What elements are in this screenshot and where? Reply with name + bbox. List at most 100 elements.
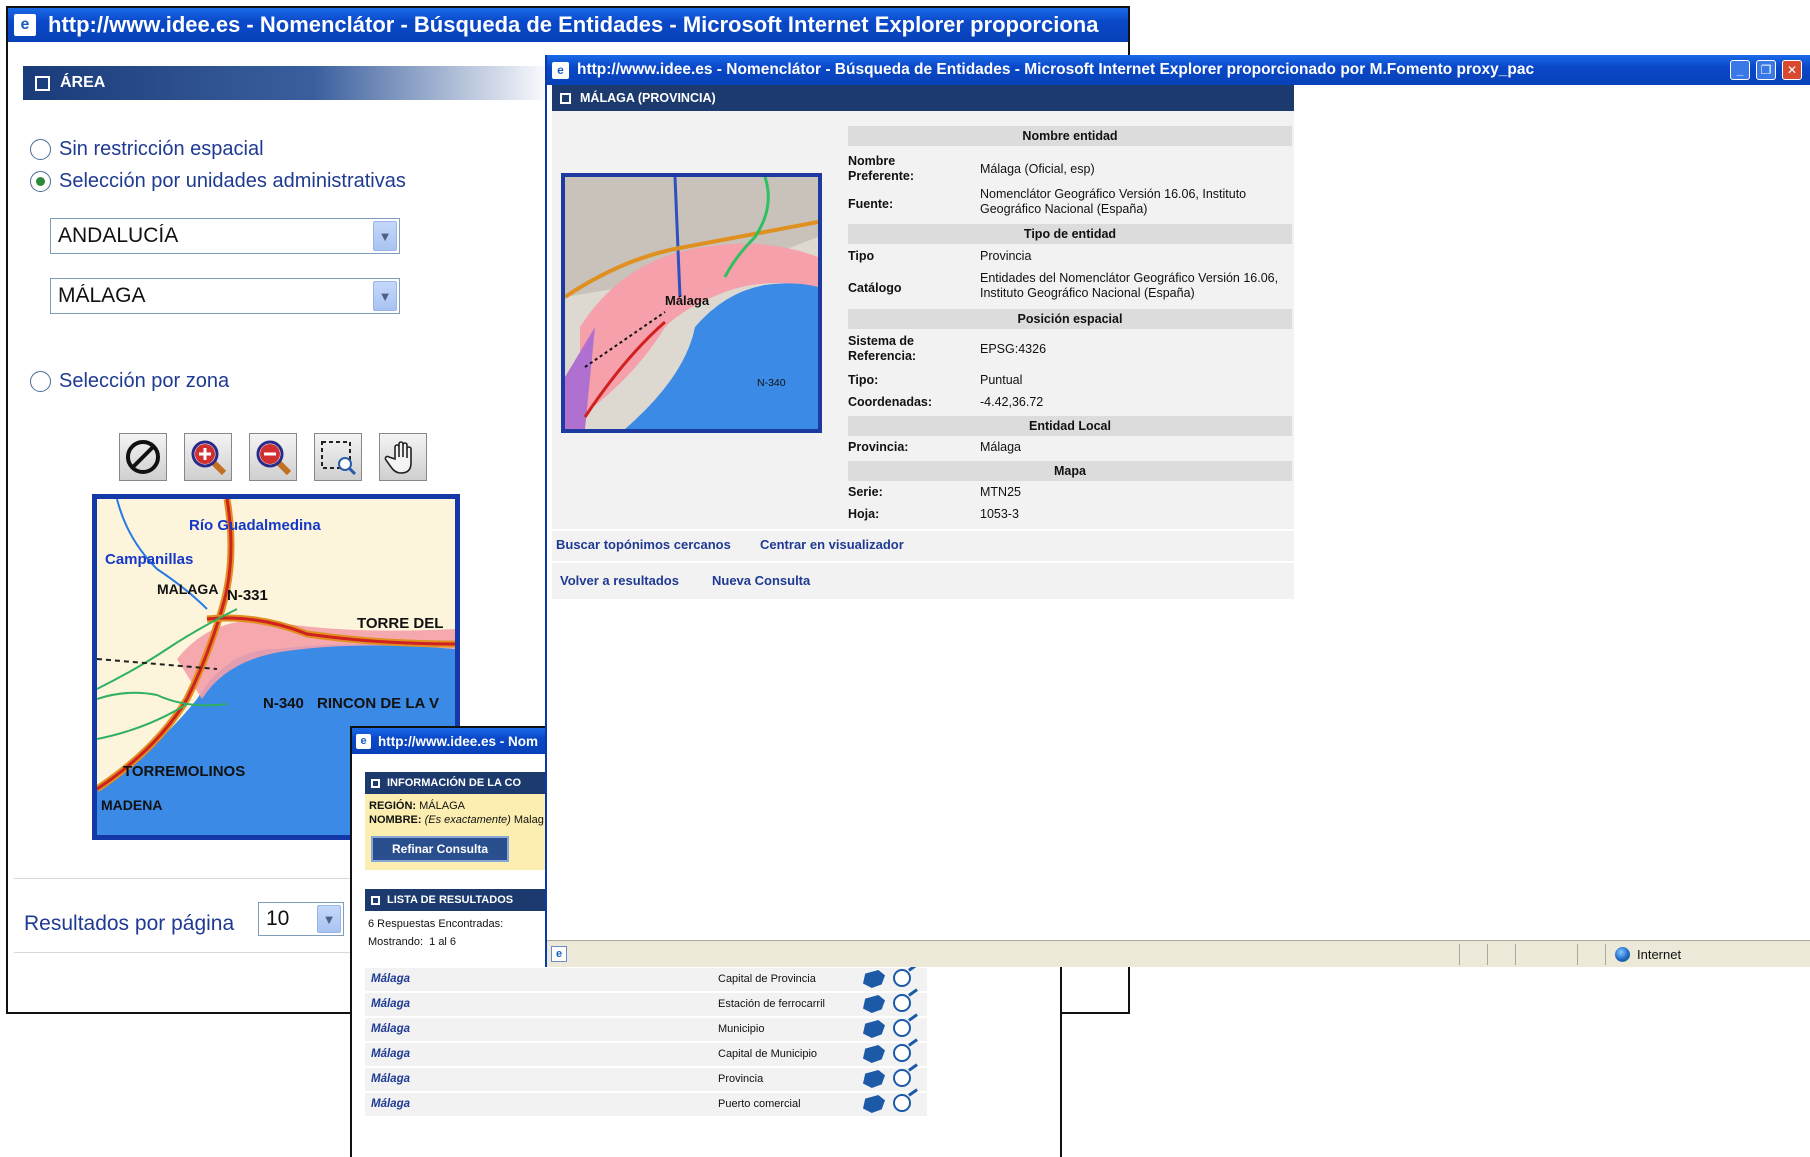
locate-icon[interactable] <box>893 963 918 987</box>
locate-icon[interactable] <box>893 1063 918 1087</box>
link-nueva-consulta[interactable]: Nueva Consulta <box>712 573 810 588</box>
radio-button[interactable] <box>30 371 51 392</box>
chevron-down-icon[interactable]: ▼ <box>317 905 341 933</box>
globe-icon <box>1615 947 1630 962</box>
results-per-page-select[interactable]: 10 ▼ <box>258 902 344 936</box>
map-label-rincon: RINCON DE LA V <box>317 695 439 712</box>
radio-no-restriction[interactable]: Sin restricción espacial <box>30 138 264 161</box>
result-name-link[interactable]: Málaga <box>371 1098 410 1110</box>
header-nombre: Nombre entidad <box>848 126 1292 146</box>
page-icon: e <box>551 946 567 962</box>
table-row[interactable]: Málaga Municipio <box>365 1013 927 1041</box>
header-tipo: Tipo de entidad <box>848 224 1292 244</box>
window-title: http://www.idee.es - Nomenclátor - Búsqu… <box>48 12 1099 37</box>
radio-zone[interactable]: Selección por zona <box>30 370 229 393</box>
link-centrar-visualizador[interactable]: Centrar en visualizador <box>760 537 904 552</box>
locate-icon[interactable] <box>893 1013 918 1037</box>
status-separator <box>1487 944 1488 965</box>
detail-window: e http://www.idee.es - Nomenclátor - Bús… <box>545 55 1810 967</box>
link-volver-resultados[interactable]: Volver a resultados <box>560 573 679 588</box>
status-separator <box>1577 944 1578 965</box>
status-separator <box>1605 944 1606 965</box>
zoom-out-icon <box>256 440 292 476</box>
spain-map-icon[interactable] <box>863 970 885 988</box>
result-type: Puerto comercial <box>718 1098 801 1110</box>
zoom-box-button[interactable] <box>314 433 362 481</box>
divider <box>552 561 1294 563</box>
label-catalogo: Catálogo <box>848 281 902 295</box>
value-nombre-pref: Málaga (Oficial, esp) <box>980 162 1095 176</box>
nombre-qualifier: (Es exactamente) <box>424 814 511 826</box>
region-select[interactable]: ANDALUCÍA ▼ <box>50 218 400 254</box>
result-name-link[interactable]: Málaga <box>371 1023 410 1035</box>
pan-button[interactable] <box>379 433 427 481</box>
radio-button[interactable] <box>30 139 51 160</box>
value-tipo: Provincia <box>980 249 1032 263</box>
divider <box>552 529 1294 531</box>
locate-icon[interactable] <box>893 1038 918 1062</box>
locate-icon[interactable] <box>893 1088 918 1112</box>
table-row[interactable]: Málaga Provincia <box>365 1063 927 1091</box>
close-button[interactable]: ✕ <box>1782 60 1802 80</box>
header-posicion: Posición espacial <box>848 309 1292 329</box>
result-type: Provincia <box>718 1073 764 1085</box>
nombre-value: Malag <box>513 814 544 826</box>
ie-icon: e <box>552 61 569 79</box>
area-header: ÁREA <box>23 66 553 100</box>
value-serie: MTN25 <box>980 485 1021 499</box>
table-row[interactable]: Málaga Estación de ferrocarril <box>365 988 927 1016</box>
zoom-out-button[interactable] <box>249 433 297 481</box>
result-type: Capital de Municipio <box>718 1048 818 1060</box>
spain-map-icon[interactable] <box>863 1070 885 1088</box>
map-label-malaga: Málaga <box>665 293 710 308</box>
radio-button-selected[interactable] <box>30 171 51 192</box>
result-name-link[interactable]: Málaga <box>371 973 410 985</box>
ie-icon: e <box>14 14 36 36</box>
window-title: http://www.idee.es - Nomenclátor - Búsqu… <box>577 61 1535 78</box>
spain-map-icon[interactable] <box>863 995 885 1013</box>
chevron-down-icon[interactable]: ▼ <box>373 221 397 251</box>
status-separator <box>1515 944 1516 965</box>
nombre-label: NOMBRE: <box>369 814 422 826</box>
search-window-titlebar[interactable]: e http://www.idee.es - Nomenclátor - Bús… <box>8 8 1128 42</box>
restore-button[interactable]: ❐ <box>1756 60 1776 80</box>
value-catalogo: Entidades del Nomenclátor Geográfico Ver… <box>980 271 1279 300</box>
chevron-down-icon[interactable]: ▼ <box>373 281 397 311</box>
radio-admin-units[interactable]: Selección por unidades administrativas <box>30 170 406 193</box>
label-coordenadas: Coordenadas: <box>848 395 933 409</box>
value-hoja: 1053-3 <box>980 507 1019 521</box>
header-entidad-local: Entidad Local <box>848 416 1292 436</box>
link-buscar-cercanos[interactable]: Buscar topónimos cercanos <box>556 537 731 552</box>
showing-text: Mostrando: 1 al 6 <box>368 936 457 948</box>
spain-map-icon[interactable] <box>863 1095 885 1113</box>
label-fuente: Fuente: <box>848 197 894 211</box>
table-row[interactable]: Málaga Capital de Municipio <box>365 1038 927 1066</box>
result-name-link[interactable]: Málaga <box>371 998 410 1010</box>
refine-button[interactable]: Refinar Consulta <box>371 836 509 862</box>
map-label-torremolinos: TORREMOLINOS <box>123 763 246 780</box>
detail-map[interactable]: Málaga N-340 <box>561 173 822 433</box>
spain-map-icon[interactable] <box>863 1020 885 1038</box>
spain-map-icon[interactable] <box>863 1045 885 1063</box>
zone-label: Internet <box>1637 947 1682 962</box>
value-coordenadas: -4.42,36.72 <box>980 395 1044 409</box>
table-row[interactable]: Málaga Puerto comercial <box>365 1088 927 1116</box>
map-label-rio: Río Guadalmedina <box>189 517 321 534</box>
label-sistema: Sistema de Referencia: <box>848 334 917 363</box>
minimize-button[interactable]: _ <box>1730 60 1750 80</box>
result-name-link[interactable]: Málaga <box>371 1073 410 1085</box>
status-separator <box>1459 944 1460 965</box>
value-tipo2: Puntual <box>980 373 1023 387</box>
status-bar: e Internet <box>547 940 1810 967</box>
detail-content: MÁLAGA (PROVINCIA) Málaga N-340 Nombre e… <box>552 85 1294 599</box>
region-label: REGIÓN: <box>369 800 417 812</box>
no-entry-icon <box>126 440 160 474</box>
clear-selection-button[interactable] <box>119 433 167 481</box>
zoom-in-button[interactable] <box>184 433 232 481</box>
detail-window-titlebar[interactable]: e http://www.idee.es - Nomenclátor - Bús… <box>547 55 1810 85</box>
map-label-torre: TORRE DEL <box>357 615 444 632</box>
table-row[interactable]: Málaga Capital de Provincia <box>365 963 927 991</box>
locate-icon[interactable] <box>893 988 918 1012</box>
province-select[interactable]: MÁLAGA ▼ <box>50 278 400 314</box>
result-name-link[interactable]: Málaga <box>371 1048 410 1060</box>
